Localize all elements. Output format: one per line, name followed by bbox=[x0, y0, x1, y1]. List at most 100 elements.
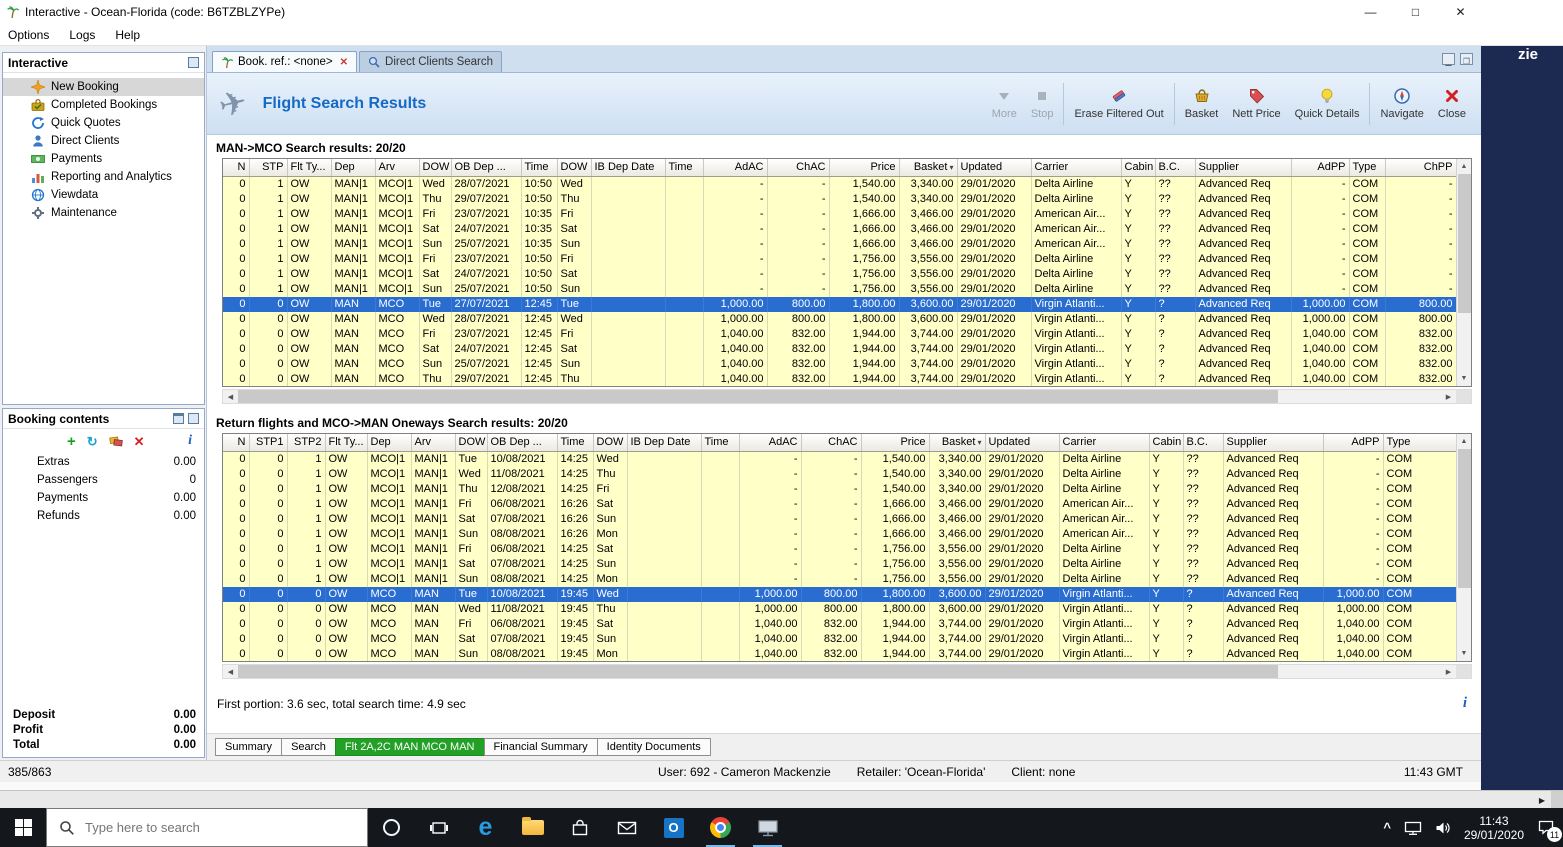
close-results-button[interactable]: Close bbox=[1431, 87, 1473, 120]
result-row[interactable]: 001OWMCO|1MAN|1Fri06/08/202114:25Sat--1,… bbox=[223, 542, 1456, 557]
menu-logs[interactable]: Logs bbox=[69, 28, 95, 42]
result-row[interactable]: 00OWMANMCOSun25/07/202112:45Sun1,040.008… bbox=[223, 357, 1456, 372]
result-row-selected[interactable]: 000OWMCOMANTue10/08/202119:45Wed1,000.00… bbox=[223, 587, 1456, 602]
column-header[interactable]: STP2 bbox=[287, 434, 325, 451]
outlook-icon[interactable]: O bbox=[650, 808, 697, 847]
close-button[interactable]: ✕ bbox=[1438, 0, 1483, 24]
chrome-icon[interactable] bbox=[697, 808, 744, 847]
search-input[interactable] bbox=[85, 820, 325, 835]
scrollbar-thumb[interactable] bbox=[1458, 449, 1471, 588]
column-header[interactable]: Arv bbox=[375, 159, 419, 176]
column-header[interactable]: Flt Ty... bbox=[287, 159, 331, 176]
info-icon[interactable]: i bbox=[1463, 695, 1467, 712]
column-header[interactable]: DOW bbox=[593, 434, 627, 451]
result-row[interactable]: 01OWMAN|1MCO|1Wed28/07/202110:50Wed--1,5… bbox=[223, 176, 1456, 192]
action-center-icon[interactable]: 11 bbox=[1537, 819, 1555, 836]
result-row[interactable]: 00OWMANMCOSat24/07/202112:45Sat1,040.008… bbox=[223, 342, 1456, 357]
menu-help[interactable]: Help bbox=[115, 28, 140, 42]
scroll-right-icon[interactable]: ▶ bbox=[1533, 792, 1551, 808]
result-row[interactable]: 01OWMAN|1MCO|1Sat24/07/202110:35Sat--1,6… bbox=[223, 222, 1456, 237]
tab-flt-man-mco-man[interactable]: Flt 2A,2C MAN MCO MAN bbox=[335, 738, 485, 756]
column-header[interactable]: STP bbox=[249, 159, 287, 176]
column-header[interactable]: ChPP bbox=[1385, 159, 1456, 176]
sidebar-item-reporting[interactable]: Reporting and Analytics bbox=[3, 168, 204, 186]
volume-icon[interactable] bbox=[1435, 820, 1451, 836]
mdi-restore-icon[interactable]: ❐ bbox=[1460, 53, 1473, 65]
panel-restore-icon[interactable] bbox=[188, 413, 199, 424]
task-view-icon[interactable] bbox=[415, 808, 462, 847]
column-header[interactable]: ChAC bbox=[801, 434, 861, 451]
sidebar-item-direct-clients[interactable]: Direct Clients bbox=[3, 132, 204, 150]
tab-direct-clients-search[interactable]: Direct Clients Search bbox=[359, 51, 502, 72]
column-header[interactable]: Carrier bbox=[1031, 159, 1121, 176]
column-header[interactable]: B.C. bbox=[1183, 434, 1223, 451]
column-header[interactable]: AdPP bbox=[1323, 434, 1383, 451]
price-tags-icon[interactable] bbox=[109, 434, 123, 448]
column-header[interactable]: Flt Ty... bbox=[325, 434, 367, 451]
column-header[interactable]: OB Dep ... bbox=[487, 434, 557, 451]
tab-booking-ref[interactable]: Book. ref.: <none> ✕ bbox=[212, 51, 357, 72]
column-header[interactable]: DOW bbox=[557, 159, 591, 176]
network-icon[interactable] bbox=[1404, 820, 1422, 836]
sidebar-item-payments[interactable]: Payments bbox=[3, 150, 204, 168]
refresh-icon[interactable]: ↻ bbox=[87, 435, 98, 448]
result-row[interactable]: 001OWMCO|1MAN|1Thu12/08/202114:25Fri--1,… bbox=[223, 482, 1456, 497]
delete-item-icon[interactable]: ✕ bbox=[134, 435, 145, 448]
add-item-icon[interactable]: + bbox=[67, 434, 76, 449]
column-header[interactable]: Carrier bbox=[1059, 434, 1149, 451]
stop-button[interactable]: Stop bbox=[1024, 87, 1061, 120]
result-row[interactable]: 01OWMAN|1MCO|1Fri23/07/202110:50Fri--1,7… bbox=[223, 252, 1456, 267]
mdi-minimize-icon[interactable]: ▁ bbox=[1442, 53, 1455, 65]
file-explorer-icon[interactable] bbox=[509, 808, 556, 847]
scroll-right-icon[interactable]: ▶ bbox=[1441, 664, 1456, 679]
column-header[interactable]: Dep bbox=[331, 159, 375, 176]
column-header[interactable]: Basket▾ bbox=[899, 159, 957, 176]
column-header[interactable]: AdAC bbox=[739, 434, 801, 451]
column-header[interactable]: DOW bbox=[419, 159, 451, 176]
result-row[interactable]: 01OWMAN|1MCO|1Sat24/07/202110:50Sat--1,7… bbox=[223, 267, 1456, 282]
horizontal-scrollbar[interactable]: ◀ ▶ bbox=[222, 664, 1472, 679]
column-header[interactable]: Basket▾ bbox=[929, 434, 985, 451]
tab-summary[interactable]: Summary bbox=[215, 738, 282, 756]
cortana-icon[interactable] bbox=[368, 808, 415, 847]
erase-filtered-out-button[interactable]: Erase Filtered Out bbox=[1067, 87, 1170, 120]
vertical-scrollbar[interactable]: ▲ ▼ bbox=[1456, 434, 1471, 661]
result-row[interactable]: 001OWMCO|1MAN|1Sun08/08/202116:26Mon--1,… bbox=[223, 527, 1456, 542]
column-header[interactable]: N bbox=[223, 434, 249, 451]
start-button[interactable] bbox=[0, 808, 46, 847]
edge-icon[interactable]: e bbox=[462, 808, 509, 847]
column-header[interactable]: ChAC bbox=[767, 159, 829, 176]
sidebar-item-viewdata[interactable]: Viewdata bbox=[3, 186, 204, 204]
column-header[interactable]: Price bbox=[861, 434, 929, 451]
vertical-scrollbar[interactable]: ▲ ▼ bbox=[1456, 159, 1471, 386]
horizontal-scrollbar[interactable]: ◀ ▶ bbox=[222, 389, 1472, 404]
column-header[interactable]: STP1 bbox=[249, 434, 287, 451]
navigate-button[interactable]: Navigate bbox=[1373, 87, 1430, 120]
result-row[interactable]: 001OWMCO|1MAN|1Tue10/08/202114:25Wed--1,… bbox=[223, 451, 1456, 467]
more-button[interactable]: More bbox=[985, 87, 1024, 120]
column-header[interactable]: N bbox=[223, 159, 249, 176]
outer-horizontal-scrollbar[interactable]: ▶ bbox=[0, 790, 1563, 808]
result-row[interactable]: 001OWMCO|1MAN|1Sat07/08/202116:26Sun--1,… bbox=[223, 512, 1456, 527]
sidebar-item-completed-bookings[interactable]: Completed Bookings bbox=[3, 96, 204, 114]
panel-minimize-icon[interactable] bbox=[173, 413, 184, 424]
column-header[interactable]: Supplier bbox=[1223, 434, 1323, 451]
taskbar-search[interactable] bbox=[46, 808, 368, 847]
result-row[interactable]: 00OWMANMCOThu29/07/202112:45Thu1,040.008… bbox=[223, 372, 1456, 387]
scroll-up-icon[interactable]: ▲ bbox=[1457, 159, 1472, 174]
result-row[interactable]: 000OWMCOMANSat07/08/202119:45Sun1,040.00… bbox=[223, 632, 1456, 647]
mail-icon[interactable] bbox=[603, 808, 650, 847]
sidebar-item-maintenance[interactable]: Maintenance bbox=[3, 204, 204, 222]
column-header[interactable]: Updated bbox=[957, 159, 1031, 176]
scroll-right-icon[interactable]: ▶ bbox=[1441, 389, 1456, 404]
column-header[interactable]: Updated bbox=[985, 434, 1059, 451]
result-row[interactable]: 001OWMCO|1MAN|1Fri06/08/202116:26Sat--1,… bbox=[223, 497, 1456, 512]
scroll-up-icon[interactable]: ▲ bbox=[1457, 434, 1472, 449]
column-header[interactable]: Type bbox=[1349, 159, 1385, 176]
column-header[interactable]: IB Dep Date bbox=[627, 434, 701, 451]
column-header[interactable]: Type bbox=[1383, 434, 1456, 451]
column-header[interactable]: AdAC bbox=[703, 159, 767, 176]
remote-desktop-icon[interactable] bbox=[744, 808, 791, 847]
basket-button[interactable]: Basket bbox=[1178, 87, 1226, 120]
result-row[interactable]: 000OWMCOMANWed11/08/202119:45Thu1,000.00… bbox=[223, 602, 1456, 617]
